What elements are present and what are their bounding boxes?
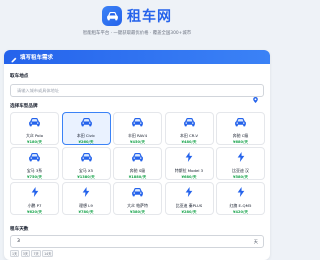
car-name: 大众 帕萨特 <box>127 203 148 208</box>
car-name: 大众 Polo <box>25 133 44 138</box>
car-price: ¥450/天 <box>130 140 145 144</box>
car-icon <box>131 112 144 131</box>
car-price: ¥280/天 <box>181 210 197 214</box>
car-option[interactable]: 宝马 3系 ¥750/天 <box>10 147 59 180</box>
car-option[interactable]: 奔驰 S级 ¥1880/天 <box>113 147 162 180</box>
car-option[interactable]: 本田 CR-V ¥480/天 <box>164 112 214 145</box>
car-logo-icon <box>102 6 122 26</box>
form-title: 填写租车需求 <box>20 55 54 61</box>
car-name: 奔驰 C级 <box>232 133 249 138</box>
form-header: 填写租车需求 <box>4 50 270 64</box>
location-placeholder: 请输入城市或具体地址 <box>17 88 59 93</box>
car-name: 理想 L9 <box>79 203 93 208</box>
car-option[interactable]: 大众 帕萨特 ¥380/天 <box>113 182 162 215</box>
bolt-icon <box>31 182 39 201</box>
car-name: 红旗 E-QM5 <box>229 203 252 208</box>
car-name: 比亚迪 秦PLUS <box>175 203 203 208</box>
model-label: 选择车型品牌 <box>10 104 38 109</box>
days-unit: 天 <box>253 239 258 244</box>
quick-day-chip[interactable]: 7天 <box>31 250 41 257</box>
bolt-icon <box>185 147 193 166</box>
car-price: ¥1880/天 <box>128 175 147 179</box>
car-price: ¥750/天 <box>27 175 42 179</box>
car-price: ¥680/天 <box>233 140 248 144</box>
car-icon <box>234 112 247 131</box>
car-option[interactable]: 小鹏 P7 ¥620/天 <box>10 182 59 215</box>
car-price: ¥680/天 <box>181 175 197 179</box>
car-option[interactable]: 丰田 RAV4 ¥450/天 <box>113 112 162 145</box>
bolt-icon <box>237 182 245 201</box>
edit-icon <box>11 50 17 67</box>
car-name: 宝马 3系 <box>26 168 43 173</box>
bolt-icon <box>185 182 193 201</box>
car-option[interactable]: 红旗 E-QM5 ¥420/天 <box>216 182 265 215</box>
car-icon <box>80 112 93 131</box>
brand-title: 租车网 <box>127 9 172 25</box>
bolt-icon <box>82 182 90 201</box>
car-price: ¥780/天 <box>78 210 94 214</box>
car-option[interactable]: 理想 L9 ¥780/天 <box>61 182 111 215</box>
car-icon <box>80 147 93 166</box>
bolt-icon <box>237 147 245 166</box>
car-price: ¥420/天 <box>233 210 248 214</box>
car-name: 丰田 RAV4 <box>127 133 148 138</box>
rental-form-card: 填写租车需求 取车地点 请输入城市或具体地址 选择车型品牌 大众 Polo ¥18… <box>4 50 270 260</box>
location-label: 取车地点 <box>10 74 29 79</box>
car-name: 特斯拉 Model 3 <box>174 168 204 173</box>
quick-day-chip[interactable]: 1天 <box>10 250 20 257</box>
days-input[interactable]: 3 天 <box>10 235 264 248</box>
car-price: ¥480/天 <box>181 140 197 144</box>
car-price: ¥260/天 <box>78 140 94 144</box>
car-option[interactable]: 比亚迪 汉 ¥580/天 <box>216 147 265 180</box>
car-icon <box>28 112 41 131</box>
car-icon <box>183 112 196 131</box>
car-name: 宝马 X5 <box>78 168 94 173</box>
car-price: ¥620/天 <box>27 210 42 214</box>
location-input[interactable]: 请输入城市或具体地址 <box>10 84 264 103</box>
car-name: 奔驰 S级 <box>129 168 146 173</box>
car-name: 比亚迪 汉 <box>232 168 249 173</box>
car-icon <box>131 147 144 166</box>
car-name: 本田 Civic <box>76 133 96 138</box>
days-value: 3 <box>17 239 20 244</box>
brand-row: 租车网 <box>0 5 274 27</box>
car-option[interactable]: 大众 Polo ¥180/天 <box>10 112 59 145</box>
quick-day-chip[interactable]: 3天 <box>20 250 30 257</box>
days-label: 租车天数 <box>10 227 29 232</box>
car-option[interactable]: 比亚迪 秦PLUS ¥280/天 <box>164 182 214 215</box>
car-name: 本田 CR-V <box>179 133 199 138</box>
car-icon <box>131 182 144 201</box>
location-pin-icon[interactable] <box>253 88 258 107</box>
car-icon <box>28 147 41 166</box>
car-price: ¥1380/天 <box>77 175 95 179</box>
car-model-grid: 大众 Polo ¥180/天 本田 Civic ¥260/天 丰田 RAV4 ¥450/天… <box>10 112 265 215</box>
quick-days: 1天 3天 7天 14天 <box>10 250 54 257</box>
car-option[interactable]: 奔驰 C级 ¥680/天 <box>216 112 265 145</box>
brand-subtitle: 智能租车平台 · 一键获取最优价格 · 覆盖全国300+城市 <box>82 31 192 36</box>
car-option[interactable]: 特斯拉 Model 3 ¥680/天 <box>164 147 214 180</box>
car-price: ¥580/天 <box>233 175 248 179</box>
car-name: 小鹏 P7 <box>27 203 42 208</box>
page-header: 租车网 智能租车平台 · 一键获取最优价格 · 覆盖全国300+城市 <box>0 0 274 50</box>
car-option[interactable]: 宝马 X5 ¥1380/天 <box>61 147 111 180</box>
car-price: ¥380/天 <box>130 210 145 214</box>
car-option[interactable]: 本田 Civic ¥260/天 <box>61 112 111 145</box>
car-price: ¥180/天 <box>27 140 42 144</box>
quick-day-chip[interactable]: 14天 <box>42 250 54 257</box>
